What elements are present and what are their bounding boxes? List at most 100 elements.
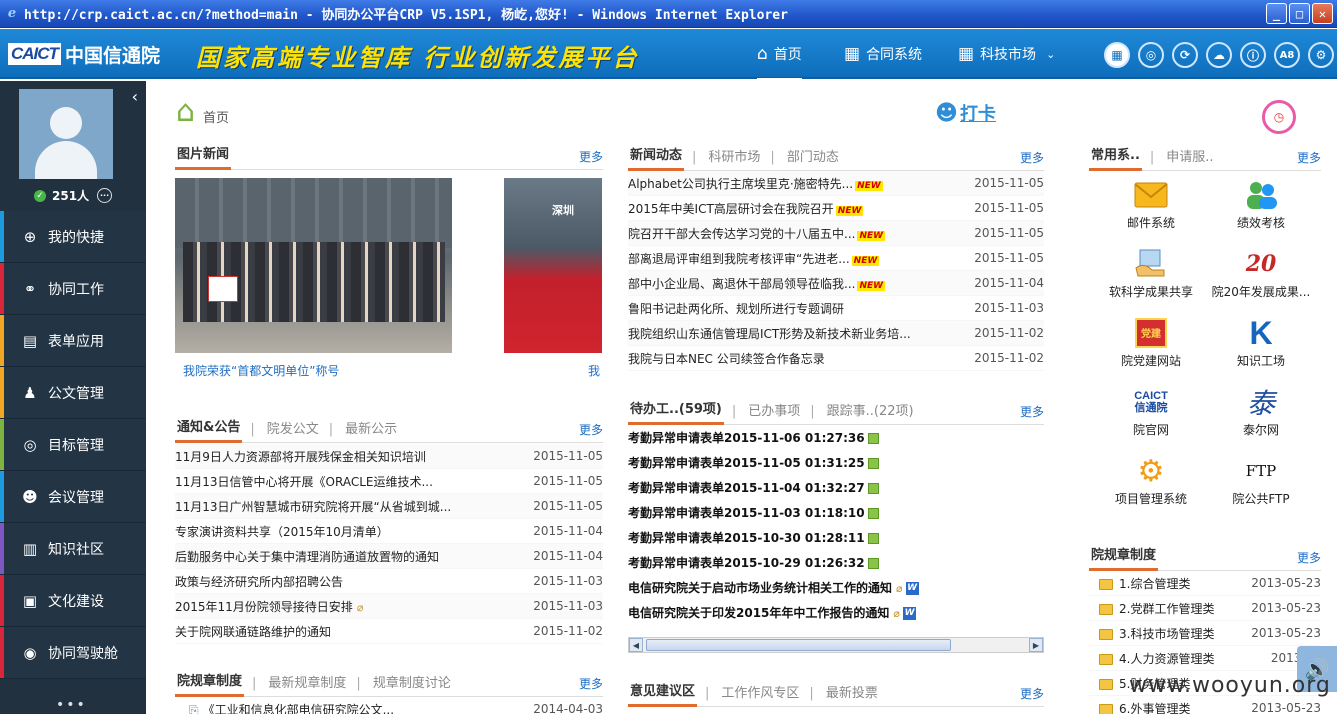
close-button[interactable]: ✕ — [1312, 3, 1333, 24]
cloud-icon[interactable]: ☁ — [1206, 42, 1232, 68]
tab-work-style[interactable]: 工作作风专区 — [719, 682, 801, 706]
news-photo-1[interactable] — [175, 178, 452, 353]
list-item[interactable]: 2015年中美ICT高层研讨会在我院召开 NEW 2015-11-05 — [628, 196, 1044, 221]
list-item[interactable]: 专家演讲资料共享（2015年10月清单） 2015-11-04 — [175, 519, 603, 544]
tab-vote[interactable]: 最新投票 — [824, 682, 880, 706]
chevron-left-icon[interactable]: ‹ — [132, 87, 138, 106]
tab-tracking[interactable]: 跟踪事..(22项) — [825, 400, 916, 424]
list-item[interactable]: 考勤异常申请表单2015-11-05 01:31:25 — [628, 450, 1044, 475]
tab-rules[interactable]: 院规章制度 — [175, 670, 245, 697]
system-project[interactable]: ⚙ 项目管理系统 — [1095, 452, 1207, 507]
sidebar-item-5[interactable]: ☻ 会议管理 — [0, 471, 146, 523]
system-soft-science[interactable]: 软科学成果共享 — [1095, 245, 1207, 300]
list-item[interactable]: 考勤异常申请表单2015-10-30 01:28:11 — [628, 525, 1044, 550]
tab-latest-public[interactable]: 最新公示 — [343, 418, 399, 442]
system-knowledge[interactable]: K 知识工场 — [1205, 314, 1317, 369]
more-link[interactable]: 更多 — [1020, 403, 1044, 420]
nav-tech-market[interactable]: ▦ 科技市场 ⌄ — [958, 29, 1055, 79]
list-item[interactable]: 部中小企业局、离退休干部局领导莅临我... NEW 2015-11-04 — [628, 271, 1044, 296]
list-item[interactable]: 11月13日广州智慧城市研究院将开展“从省城到城... 2015-11-05 — [175, 494, 603, 519]
tab-notice[interactable]: 通知&公告 — [175, 416, 243, 443]
sidebar-item-7[interactable]: ▣ 文化建设 — [0, 575, 146, 627]
list-item[interactable]: 考勤异常申请表单2015-11-03 01:18:10 — [628, 500, 1044, 525]
sidebar-item-0[interactable]: ⊕ 我的快捷 — [0, 211, 146, 263]
more-icon[interactable]: ••• — [56, 697, 87, 713]
more-link[interactable]: 更多 — [1297, 149, 1321, 166]
list-item[interactable]: 部离退局评审组到我院考核评审“先进老... NEW 2015-11-05 — [628, 246, 1044, 271]
list-item[interactable]: 院召开干部大会传达学习党的十八届五中... NEW 2015-11-05 — [628, 221, 1044, 246]
system-mail[interactable]: 邮件系统 — [1095, 176, 1207, 231]
list-item[interactable]: 2.党群工作管理类 2013-05-23 — [1089, 596, 1321, 621]
system-anniversary[interactable]: 20 院20年发展成果... — [1205, 245, 1317, 300]
list-item[interactable]: 1.综合管理类 2013-05-23 — [1089, 571, 1321, 596]
tab-todo[interactable]: 待办工..(59项) — [628, 398, 724, 425]
tab-common-systems[interactable]: 常用系.. — [1089, 144, 1142, 171]
sidebar-item-6[interactable]: ▥ 知识社区 — [0, 523, 146, 575]
info-icon[interactable]: ⓘ — [1240, 42, 1266, 68]
tab-rules-discussion[interactable]: 规章制度讨论 — [371, 672, 453, 696]
scroll-left-icon[interactable]: ◀ — [629, 638, 643, 652]
list-item[interactable]: 2015年11月份院领导接待日安排 ⌀ 2015-11-03 — [175, 594, 603, 619]
sidebar-item-8[interactable]: ◉ 协同驾驶舱 — [0, 627, 146, 679]
system-ftp[interactable]: FTP 院公共FTP — [1205, 452, 1317, 507]
horizontal-scrollbar[interactable]: ◀ ▶ — [628, 637, 1044, 653]
list-item[interactable]: 考勤异常申请表单2015-10-29 01:26:32 — [628, 550, 1044, 575]
tab-news[interactable]: 新闻动态 — [628, 144, 685, 171]
list-item[interactable]: 后勤服务中心关于集中清理消防通道放置物的通知 2015-11-04 — [175, 544, 603, 569]
nav-contract[interactable]: ▦ 合同系统 — [844, 29, 922, 79]
list-item[interactable]: 6.外事管理类 2013-05-23 — [1089, 696, 1321, 714]
tab-research-market[interactable]: 科研市场 — [706, 146, 762, 170]
minimize-button[interactable]: _ — [1266, 3, 1287, 24]
list-item[interactable]: 电信研究院关于印发2015年年中工作报告的通知 ⌀ W — [628, 600, 1044, 625]
list-item[interactable]: 政策与经济研究所内部招聘公告 2015-11-03 — [175, 569, 603, 594]
list-item[interactable]: 电信研究院关于启动市场业务统计相关工作的通知 ⌀ W — [628, 575, 1044, 600]
list-item[interactable]: 我院组织山东通信管理局ICT形势及新技术新业务培... 2015-11-02 — [628, 321, 1044, 346]
list-item[interactable]: 11月9日人力资源部将开展残保金相关知识培训 2015-11-05 — [175, 444, 603, 469]
list-item[interactable]: Alphabet公司执行主席埃里克·施密特先... NEW 2015-11-05 — [628, 171, 1044, 196]
tab-apply-service[interactable]: 申请服.. — [1164, 146, 1215, 170]
system-party[interactable]: 党建 院党建网站 — [1095, 314, 1207, 369]
photo-caption-2[interactable]: 我 — [588, 362, 600, 379]
sidebar-item-1[interactable]: ⚭ 协同工作 — [0, 263, 146, 315]
list-item[interactable]: 关于院网联通链路维护的通知 2015-11-02 — [175, 619, 603, 644]
list-item[interactable]: 3.科技市场管理类 2013-05-23 — [1089, 621, 1321, 646]
gear-icon[interactable]: ⚙ — [1308, 42, 1334, 68]
scroll-right-icon[interactable]: ▶ — [1029, 638, 1043, 652]
list-item[interactable]: ⎘ 《工业和信息化部电信研究院公文... 2014-04-03 — [175, 697, 603, 714]
tab-dept-news[interactable]: 部门动态 — [785, 146, 841, 170]
tab-latest-rules[interactable]: 最新规章制度 — [266, 672, 348, 696]
clock-icon[interactable]: ◷ — [1262, 100, 1296, 134]
photo-caption-1[interactable]: 我院荣获“首都文明单位”称号 — [183, 362, 339, 379]
system-tai[interactable]: 泰 泰尔网 — [1205, 383, 1317, 438]
maximize-button[interactable]: □ — [1289, 3, 1310, 24]
grid-icon[interactable]: ▦ — [1104, 42, 1130, 68]
sidebar-item-3[interactable]: ♟ 公文管理 — [0, 367, 146, 419]
punch-button[interactable]: ☻ 打卡 — [935, 100, 996, 126]
more-link[interactable]: 更多 — [579, 675, 603, 692]
home-icon[interactable]: ⌂ — [176, 97, 195, 127]
list-item[interactable]: 我院与日本NEC 公司续签合作备忘录 2015-11-02 — [628, 346, 1044, 371]
tab-done[interactable]: 已办事项 — [746, 400, 802, 424]
tab-rules[interactable]: 院规章制度 — [1089, 544, 1159, 571]
more-link[interactable]: 更多 — [579, 421, 603, 438]
more-link[interactable]: 更多 — [1297, 549, 1321, 566]
sidebar-item-2[interactable]: ▤ 表单应用 — [0, 315, 146, 367]
chevron-down-icon[interactable]: ⌄ — [1046, 48, 1055, 61]
list-item[interactable]: 鲁阳书记赴两化所、规划所进行专题调研 2015-11-03 — [628, 296, 1044, 321]
tab-photo-news[interactable]: 图片新闻 — [175, 143, 232, 170]
nav-home[interactable]: ⌂ 首页 — [757, 29, 802, 81]
caict-logo[interactable]: CAICT 中国信通院 — [8, 40, 160, 68]
search-icon[interactable]: ◎ — [1138, 42, 1164, 68]
more-link[interactable]: 更多 — [579, 148, 603, 165]
more-link[interactable]: 更多 — [1020, 149, 1044, 166]
scroll-thumb[interactable] — [646, 639, 951, 651]
list-item[interactable]: 考勤异常申请表单2015-11-04 01:32:27 — [628, 475, 1044, 500]
tab-opinion[interactable]: 意见建议区 — [628, 680, 698, 707]
list-item[interactable]: 考勤异常申请表单2015-11-06 01:27:36 — [628, 425, 1044, 450]
tab-official-doc[interactable]: 院发公文 — [265, 418, 321, 442]
a8-icon[interactable]: A8 — [1274, 42, 1300, 68]
more-link[interactable]: 更多 — [1020, 685, 1044, 702]
sidebar-item-4[interactable]: ◎ 目标管理 — [0, 419, 146, 471]
avatar[interactable] — [19, 89, 113, 179]
chat-icon[interactable]: ··· — [97, 188, 113, 203]
